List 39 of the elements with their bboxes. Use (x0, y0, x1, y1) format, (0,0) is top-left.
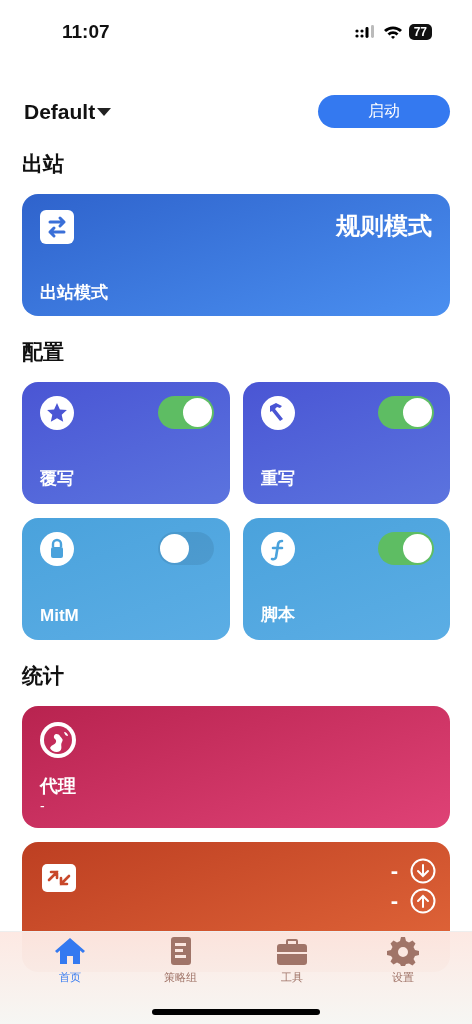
profile-dropdown[interactable]: Default (24, 99, 112, 124)
swap-arrows-icon (40, 210, 74, 244)
card-label: 出站模式 (40, 282, 109, 304)
card-label: 脚本 (260, 604, 296, 626)
card-label: MitM (40, 606, 80, 626)
section-title: 配置 (22, 339, 65, 365)
toggle-switch[interactable] (378, 396, 434, 429)
arrows-icon (42, 864, 76, 892)
config-card[interactable]: 脚本 (242, 518, 450, 640)
lock-icon (40, 532, 74, 566)
upload-icon (410, 888, 436, 914)
signal-icon (354, 25, 377, 39)
battery-indicator: 77 (408, 24, 432, 40)
toggle-switch[interactable] (378, 532, 434, 565)
proxy-value: - (40, 798, 45, 814)
toggle-switch[interactable] (157, 396, 214, 429)
section-title: 统计 (22, 663, 65, 689)
section-title: 出站 (22, 151, 65, 177)
script-icon (260, 532, 295, 566)
proxy-card[interactable]: 代理 - (22, 706, 450, 828)
briefcase-icon (275, 936, 308, 966)
start-button[interactable]: 启动 (318, 95, 450, 128)
card-label: 代理 (40, 775, 76, 798)
toggle-switch[interactable] (157, 532, 214, 565)
config-card[interactable]: MitM (22, 518, 230, 640)
outbound-mode-value: 规则模式 (336, 211, 432, 241)
settings-icon (386, 936, 419, 966)
outbound-mode-card[interactable]: 规则模式 出站模式 (22, 194, 450, 316)
caret-icon (97, 107, 112, 116)
upload-value: - (390, 888, 398, 914)
status-time: 11:07 (62, 21, 110, 43)
config-card[interactable]: 重写 (242, 382, 450, 504)
card-label: 覆写 (40, 468, 75, 490)
download-value: - (390, 858, 398, 884)
house-icon (53, 936, 86, 966)
wifi-icon (382, 25, 403, 39)
config-card[interactable]: 覆写 (22, 382, 230, 504)
card-label: 重写 (260, 468, 296, 490)
download-icon (410, 858, 436, 884)
